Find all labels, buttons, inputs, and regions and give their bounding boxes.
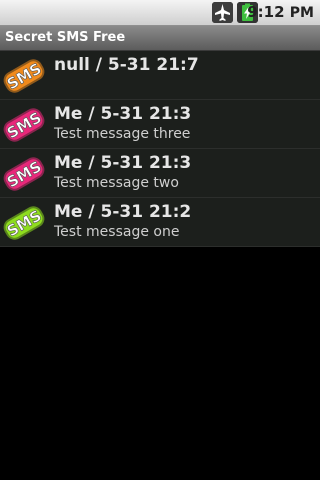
clock-suffix: PM xyxy=(289,5,314,21)
clock-time: 9:12 xyxy=(247,3,285,21)
sms-icon: SMS xyxy=(0,103,48,147)
message-list[interactable]: SMS null / 5-31 21:7 SMS Me / 5-31 21:3 Test… xyxy=(0,51,320,247)
message-body: Test message two xyxy=(54,175,179,191)
sms-icon: SMS xyxy=(0,152,48,196)
sms-icon: SMS xyxy=(0,201,48,245)
message-row[interactable]: SMS Me / 5-31 21:3 Test message two xyxy=(0,149,320,198)
message-title: Me / 5-31 21:2 xyxy=(54,202,192,222)
sms-icon: SMS xyxy=(0,54,48,98)
message-title: null / 5-31 21:7 xyxy=(54,55,199,75)
status-bar: 9:12 PM xyxy=(0,0,320,26)
app-title: Secret SMS Free xyxy=(5,30,126,45)
screen: 9:12 PM Secret SMS Free SMS null / 5-31 2… xyxy=(0,0,320,480)
message-title: Me / 5-31 21:3 xyxy=(54,153,192,173)
message-row[interactable]: SMS Me / 5-31 21:3 Test message three xyxy=(0,100,320,149)
message-body: Test message one xyxy=(54,224,180,240)
airplane-mode-icon xyxy=(212,2,233,23)
message-row[interactable]: SMS Me / 5-31 21:2 Test message one xyxy=(0,198,320,247)
message-row[interactable]: SMS null / 5-31 21:7 xyxy=(0,51,320,100)
message-title: Me / 5-31 21:3 xyxy=(54,104,192,124)
app-title-bar: Secret SMS Free xyxy=(0,26,320,51)
status-clock: 9:12 PM xyxy=(247,3,314,23)
message-body: Test message three xyxy=(54,126,191,142)
